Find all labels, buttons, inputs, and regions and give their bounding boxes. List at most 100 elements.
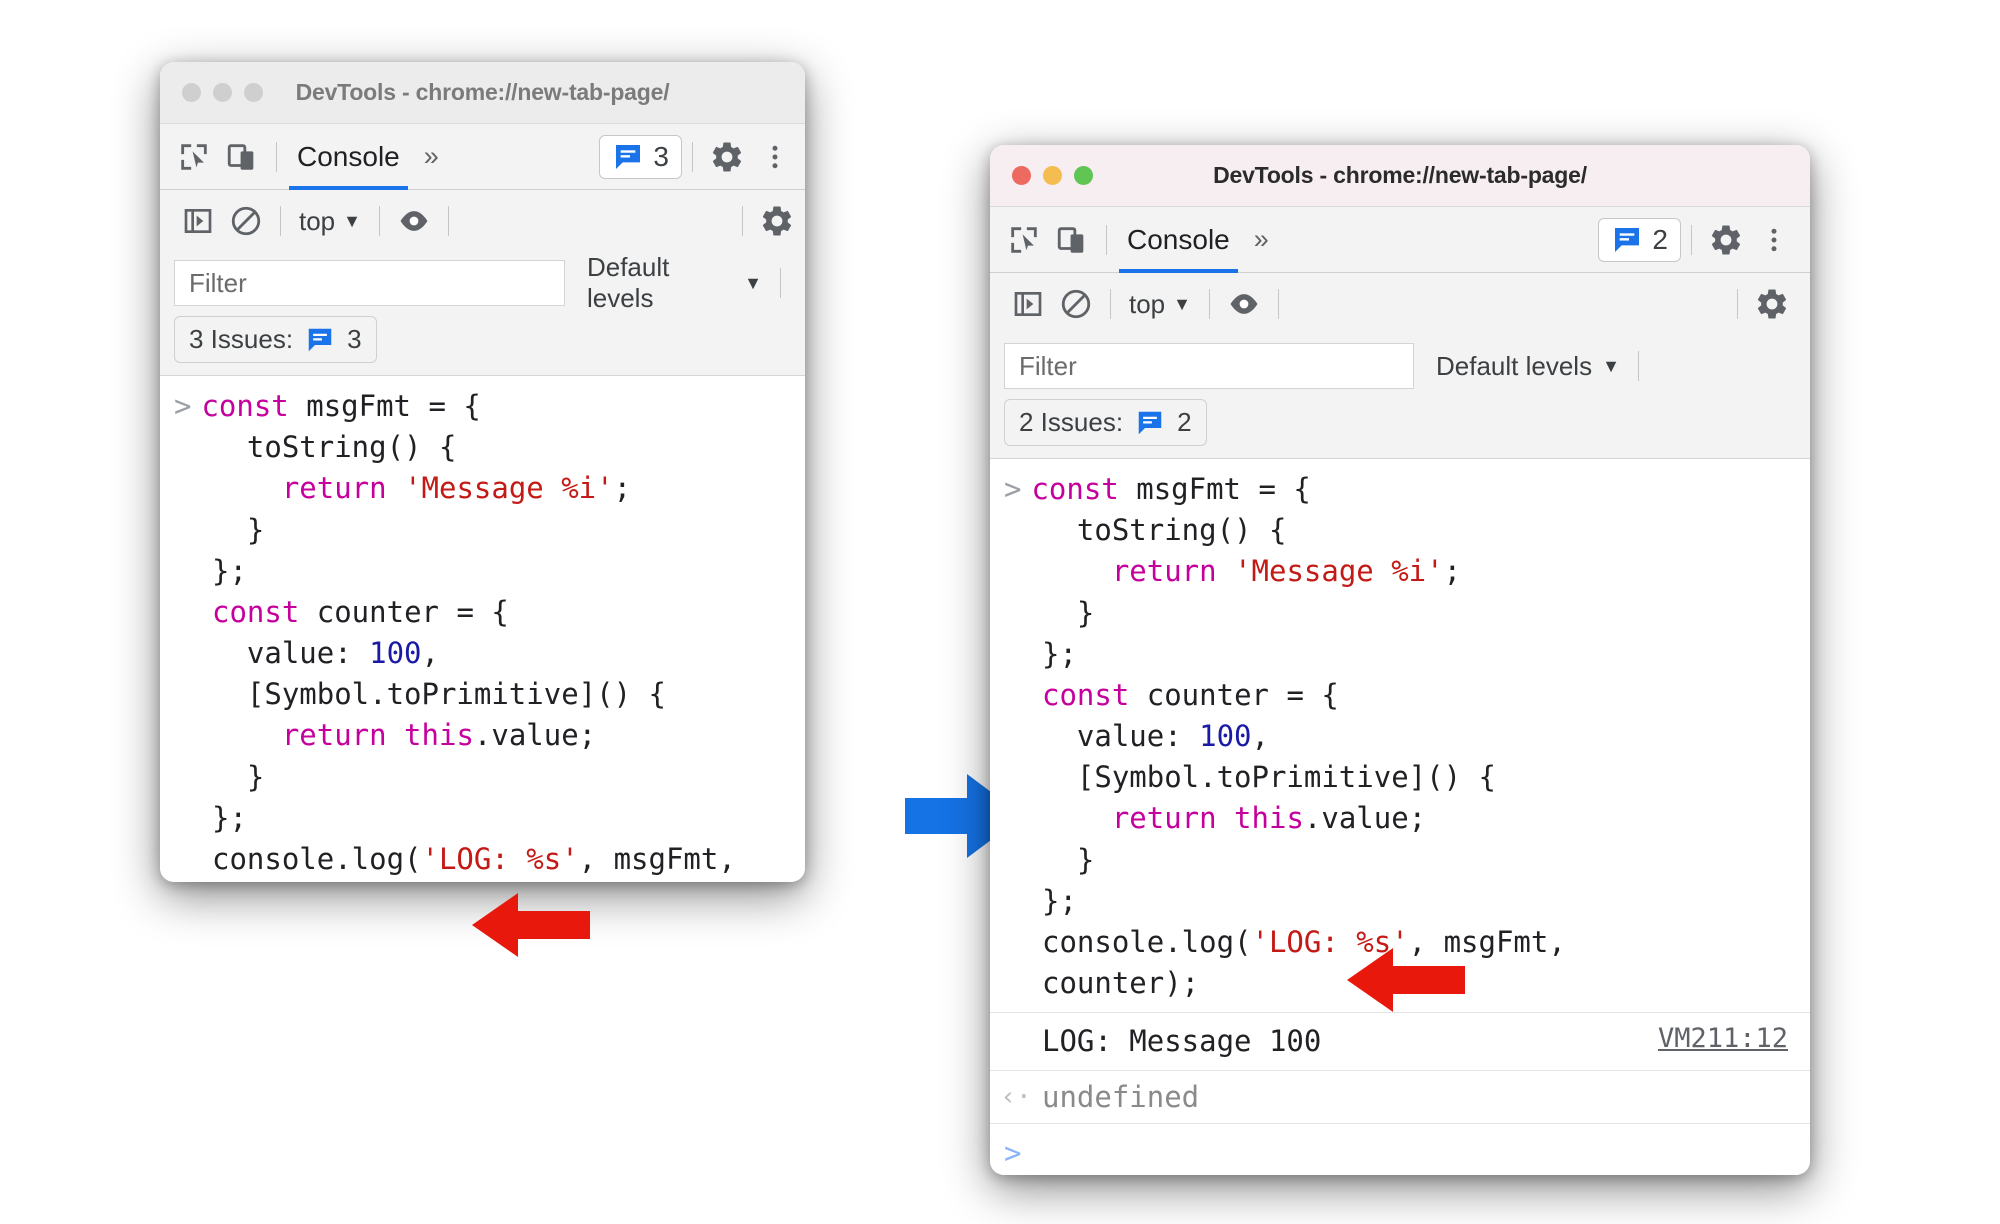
code-line-text: toString() {	[1042, 513, 1287, 548]
code-line-text: [Symbol.toPrimitive]() {	[212, 677, 666, 712]
issues-message-icon	[1611, 224, 1643, 256]
code-line: value: 100,	[160, 633, 805, 674]
code-line: toString() {	[160, 427, 805, 468]
code-line-text: const counter = {	[1042, 677, 1339, 712]
console-toolbar-divider-2	[378, 206, 380, 236]
right-log-source-link[interactable]: VM211:12	[1658, 1023, 1788, 1054]
chevron-down-icon: ▼	[744, 272, 762, 293]
inspect-cursor-icon[interactable]	[1000, 216, 1048, 264]
code-line-text: const counter = {	[212, 594, 509, 629]
execution-context-selector[interactable]: top ▼	[291, 206, 369, 237]
console-settings-gear-icon[interactable]	[753, 197, 801, 245]
left-console-input-entry: > const msgFmt = { toString() { return 'M…	[160, 376, 805, 882]
chevron-double-right-icon[interactable]: »	[410, 141, 450, 172]
log-levels-label: Default levels	[586, 252, 670, 313]
console-sidebar-icon[interactable]	[1004, 280, 1052, 328]
prompt-caret-icon: >	[1004, 1136, 1022, 1171]
code-line: return this.value;	[160, 715, 805, 756]
clear-console-icon[interactable]	[222, 197, 270, 245]
before-devtools-window: DevTools - chrome://new-tab-page/ Consol…	[160, 62, 805, 882]
code-line: }	[160, 510, 805, 551]
left-code-lines: > const msgFmt = { toString() { return 'M…	[160, 386, 805, 882]
toolbar-divider-2	[692, 141, 693, 172]
code-line-text: counter);	[212, 880, 369, 882]
device-toolbar-icon[interactable]	[1048, 216, 1096, 264]
issues-chip-count: 2	[1177, 407, 1192, 437]
clear-console-icon[interactable]	[1052, 280, 1100, 328]
code-line: > const msgFmt = {	[990, 469, 1810, 510]
left-issues-row: 3 Issues: 3	[160, 314, 805, 375]
toolbar-divider	[276, 141, 277, 172]
console-toolbar-divider-3	[1277, 289, 1279, 319]
right-filter-bar: Filter Default levels ▼	[990, 335, 1810, 397]
code-line-text: const msgFmt = {	[201, 389, 481, 423]
issues-message-icon	[1135, 408, 1165, 438]
live-expression-eye-icon[interactable]	[390, 197, 438, 245]
code-line-text: };	[212, 553, 247, 588]
code-line: const counter = {	[160, 592, 805, 633]
right-devtools-toolbar: Console » 2	[990, 207, 1810, 273]
code-line: console.log('LOG: %s', msgFmt,	[990, 922, 1810, 963]
right-console-prompt[interactable]: >	[990, 1124, 1810, 1175]
issues-message-icon	[612, 141, 644, 173]
code-line-text: return 'Message %i';	[1111, 554, 1462, 589]
chevron-double-right-icon[interactable]: »	[1240, 224, 1280, 255]
code-line-text: value: 100,	[212, 636, 439, 671]
code-line: }	[160, 757, 805, 798]
filter-placeholder: Filter	[1019, 350, 1077, 381]
search-input[interactable]: Filter	[174, 260, 565, 306]
code-line-text: value: 100,	[1042, 719, 1269, 754]
right-window-title: DevTools - chrome://new-tab-page/	[1213, 162, 1587, 188]
execution-context-selector[interactable]: top ▼	[1121, 289, 1199, 320]
left-filter-bar: Filter Default levels ▼	[160, 252, 805, 314]
left-callout-red-arrow	[470, 890, 590, 960]
log-levels-dropdown[interactable]: Default levels ▼	[587, 252, 762, 314]
issues-count-badge[interactable]: 2	[1598, 217, 1681, 262]
chevron-down-icon: ▼	[1602, 355, 1620, 376]
left-console-toolbar: top ▼	[160, 190, 805, 252]
kebab-menu-icon[interactable]	[751, 133, 799, 181]
right-titlebar: DevTools - chrome://new-tab-page/	[990, 145, 1810, 207]
issues-message-icon	[305, 325, 335, 355]
search-input[interactable]: Filter	[1004, 343, 1414, 389]
code-line: value: 100,	[990, 716, 1810, 757]
kebab-menu-icon[interactable]	[1750, 216, 1798, 264]
code-line-text: return 'Message %i';	[281, 471, 632, 506]
code-line-text: }	[1042, 842, 1095, 877]
code-line: toString() {	[990, 510, 1810, 551]
chevron-down-icon: ▼	[1173, 293, 1191, 314]
code-line: return this.value;	[990, 798, 1810, 839]
code-line: }	[990, 593, 1810, 634]
tab-console[interactable]: Console	[287, 124, 410, 190]
execution-context-label: top	[299, 205, 336, 236]
right-code-lines: > const msgFmt = { toString() { return 'M…	[990, 469, 1810, 1004]
issues-badge-count: 3	[653, 140, 669, 172]
screenshot-stage: DevTools - chrome://new-tab-page/ Consol…	[0, 0, 2000, 1224]
log-levels-dropdown[interactable]: Default levels ▼	[1436, 351, 1620, 382]
device-toolbar-icon[interactable]	[218, 133, 266, 181]
tab-console[interactable]: Console	[1117, 207, 1240, 273]
chevron-down-icon: ▼	[343, 210, 361, 231]
issues-count-badge[interactable]: 3	[599, 134, 682, 179]
code-line: [Symbol.toPrimitive]() {	[160, 674, 805, 715]
live-expression-eye-icon[interactable]	[1220, 280, 1268, 328]
toolbar-divider-2	[1691, 224, 1692, 255]
console-input-prompt-icon: >	[174, 389, 192, 423]
code-line-text: }	[212, 512, 265, 547]
issues-summary-chip[interactable]: 3 Issues: 3	[174, 316, 377, 363]
filter-placeholder: Filter	[189, 267, 247, 298]
code-line: return 'Message %i';	[160, 468, 805, 509]
left-window-title: DevTools - chrome://new-tab-page/	[295, 79, 670, 105]
gear-icon[interactable]	[703, 133, 751, 181]
inspect-cursor-icon[interactable]	[170, 133, 218, 181]
issues-summary-chip[interactable]: 2 Issues: 2	[1004, 399, 1207, 446]
issues-chip-label: 2 Issues:	[1019, 407, 1124, 437]
gear-icon[interactable]	[1702, 216, 1750, 264]
left-console-body[interactable]: > const msgFmt = { toString() { return 'M…	[160, 375, 805, 882]
issues-chip-count: 3	[347, 324, 362, 354]
console-settings-gear-icon[interactable]	[1748, 280, 1796, 328]
console-sidebar-icon[interactable]	[174, 197, 222, 245]
right-console-body[interactable]: > const msgFmt = { toString() { return 'M…	[990, 458, 1810, 1175]
code-line-text: console.log('LOG: %s', msgFmt,	[1042, 924, 1566, 959]
right-returned-value-row: ‹· undefined	[990, 1070, 1810, 1125]
